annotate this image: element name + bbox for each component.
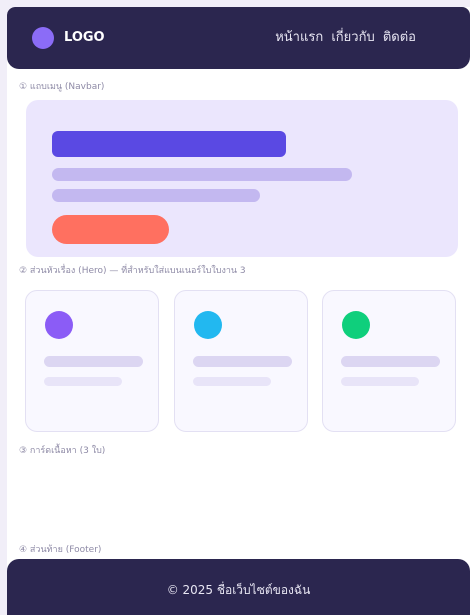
hero-section	[26, 100, 458, 257]
card-title-placeholder	[341, 356, 440, 367]
purple-circle-icon	[45, 311, 73, 339]
page-canvas: LOGO หน้าแรก เกี่ยวกับ ติดต่อ ① แถบเมนู …	[7, 7, 470, 615]
hero-title-placeholder	[52, 131, 286, 157]
content-card[interactable]	[322, 290, 456, 432]
blue-circle-icon	[194, 311, 222, 339]
logo-icon[interactable]	[32, 27, 54, 49]
hero-text-line	[52, 189, 260, 202]
card-title-placeholder	[193, 356, 292, 367]
footer-section-label: ④ ส่วนท้าย (Footer)	[19, 545, 102, 555]
card-text-placeholder	[341, 377, 419, 386]
nav-link-about[interactable]: เกี่ยวกับ	[331, 30, 374, 45]
card-text-placeholder	[193, 377, 271, 386]
nav-link-home[interactable]: หน้าแรก	[275, 30, 323, 45]
hero-text-line	[52, 168, 352, 181]
hero-section-label: ② ส่วนหัวเรื่อง (Hero) — ที่สำหรับใส่แบน…	[19, 266, 246, 276]
content-card[interactable]	[174, 290, 308, 432]
card-text-placeholder	[44, 377, 122, 386]
card-title-placeholder	[44, 356, 143, 367]
navbar-section-label: ① แถบเมนู (Navbar)	[19, 82, 105, 92]
nav-link-contact[interactable]: ติดต่อ	[383, 30, 416, 45]
footer: © 2025 ชื่อเว็บไซต์ของฉัน	[7, 559, 470, 615]
content-card[interactable]	[25, 290, 159, 432]
logo-label[interactable]: LOGO	[64, 30, 105, 46]
green-circle-icon	[342, 311, 370, 339]
hero-cta-button[interactable]	[52, 215, 169, 244]
navbar: LOGO หน้าแรก เกี่ยวกับ ติดต่อ	[7, 7, 470, 69]
cards-section-label: ③ การ์ดเนื้อหา (3 ใบ)	[19, 446, 106, 456]
nav-links: หน้าแรก เกี่ยวกับ ติดต่อ	[275, 30, 416, 46]
footer-copyright: © 2025 ชื่อเว็บไซต์ของฉัน	[166, 583, 311, 597]
